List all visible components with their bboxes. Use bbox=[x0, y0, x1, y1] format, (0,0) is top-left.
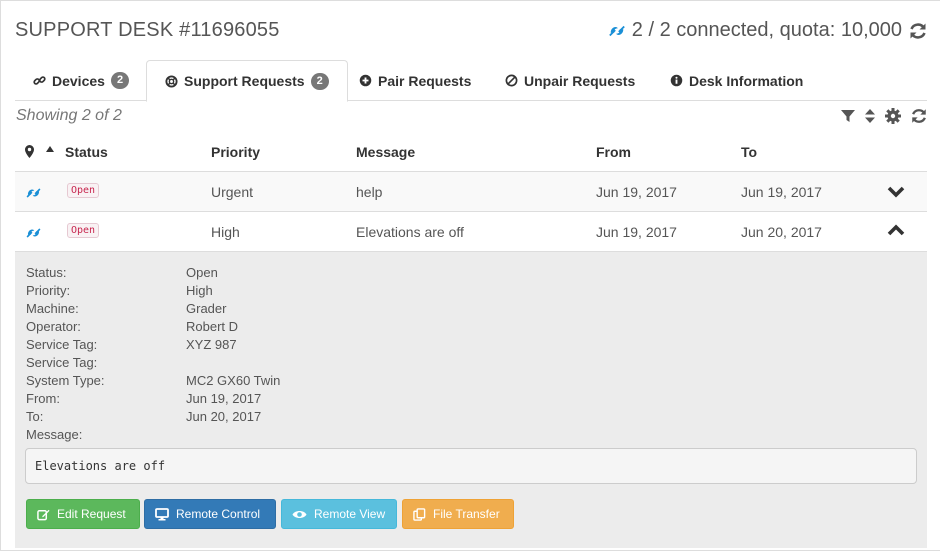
from-cell: Jun 19, 2017 bbox=[596, 184, 677, 200]
page-title: SUPPORT DESK #11696055 bbox=[15, 19, 280, 41]
refresh-icon[interactable] bbox=[910, 107, 928, 125]
message-box: Elevations are off bbox=[25, 448, 917, 484]
tab-desk-information[interactable]: Desk Information bbox=[652, 60, 821, 101]
detail-label: Machine: bbox=[26, 301, 79, 316]
column-header-priority[interactable]: Priority bbox=[211, 144, 260, 160]
priority-cell: Urgent bbox=[211, 184, 254, 200]
chevron-down-icon[interactable] bbox=[887, 186, 905, 198]
detail-label: System Type: bbox=[26, 373, 105, 388]
connection-text: 2 / 2 connected, quota: 10,000 bbox=[631, 19, 902, 41]
edit-icon bbox=[37, 509, 50, 520]
column-header-to[interactable]: To bbox=[741, 144, 757, 160]
count-badge: 2 bbox=[310, 72, 329, 90]
edit-request-button[interactable]: Edit Request bbox=[26, 499, 140, 529]
detail-value: Open bbox=[186, 265, 218, 280]
copy-icon bbox=[413, 507, 426, 521]
detail-label: Service Tag: bbox=[26, 337, 98, 352]
device-link-icon bbox=[26, 188, 41, 198]
gear-icon[interactable] bbox=[884, 107, 902, 125]
remote-view-button[interactable]: Remote View bbox=[281, 499, 397, 529]
desk-header: SUPPORT DESK #11696055 2 / 2 connected, … bbox=[15, 19, 928, 47]
device-link-icon bbox=[608, 25, 625, 36]
status-badge: Open bbox=[67, 223, 100, 238]
chevron-up-icon[interactable] bbox=[887, 224, 905, 236]
detail-value: High bbox=[186, 283, 213, 298]
detail-value: Robert D bbox=[186, 319, 239, 334]
sort-asc-icon[interactable] bbox=[46, 146, 54, 152]
tab-devices[interactable]: Devices 2 bbox=[15, 60, 147, 101]
detail-label: Service Tag: bbox=[26, 355, 98, 370]
tab-label: Unpair Requests bbox=[524, 72, 636, 89]
column-header-message[interactable]: Message bbox=[356, 144, 415, 160]
refresh-icon[interactable] bbox=[908, 21, 928, 41]
column-header-status[interactable]: Status bbox=[65, 144, 108, 160]
message-cell: help bbox=[356, 184, 383, 200]
detail-label: From: bbox=[26, 391, 60, 406]
info-circle-icon bbox=[670, 74, 683, 87]
link-icon bbox=[33, 76, 46, 85]
detail-value: Jun 19, 2017 bbox=[186, 391, 262, 406]
detail-value: Jun 20, 2017 bbox=[186, 409, 262, 424]
tab-label: Desk Information bbox=[689, 72, 804, 89]
button-label: Remote Control bbox=[176, 507, 261, 521]
ban-icon bbox=[505, 74, 518, 87]
detail-label: Operator: bbox=[26, 319, 81, 334]
desktop-icon bbox=[155, 507, 169, 520]
request-detail-panel: Status: Open Priority: High Machine: Gra… bbox=[15, 252, 927, 548]
tab-pair-requests[interactable]: Pair Requests bbox=[341, 60, 489, 101]
remote-control-button[interactable]: Remote Control bbox=[144, 499, 276, 529]
table-toolbar bbox=[840, 107, 928, 125]
status-badge: Open bbox=[67, 183, 100, 198]
detail-value: XYZ 987 bbox=[186, 337, 237, 352]
showing-count: Showing 2 of 2 bbox=[16, 107, 122, 124]
support-desk-panel: SUPPORT DESK #11696055 2 / 2 connected, … bbox=[0, 0, 940, 551]
tab-unpair-requests[interactable]: Unpair Requests bbox=[487, 60, 653, 101]
table-row[interactable]: Open Urgent help Jun 19, 2017 Jun 19, 20… bbox=[15, 172, 927, 212]
connection-status: 2 / 2 connected, quota: 10,000 bbox=[608, 19, 928, 42]
button-label: Remote View bbox=[314, 507, 386, 521]
message-cell: Elevations are off bbox=[356, 224, 464, 240]
tab-label: Support Requests bbox=[184, 73, 305, 89]
tab-label: Pair Requests bbox=[378, 72, 472, 89]
tab-label: Devices bbox=[52, 72, 105, 89]
detail-label: Priority: bbox=[26, 283, 71, 298]
tab-support-requests[interactable]: Support Requests 2 bbox=[146, 60, 348, 102]
button-label: File Transfer bbox=[433, 507, 500, 521]
to-cell: Jun 19, 2017 bbox=[741, 184, 822, 200]
device-link-icon bbox=[26, 228, 41, 238]
detail-value: MC2 GX60 Twin bbox=[186, 373, 281, 388]
to-cell: Jun 20, 2017 bbox=[741, 224, 822, 240]
plus-circle-icon bbox=[359, 74, 372, 87]
column-header-from[interactable]: From bbox=[596, 144, 631, 160]
sort-icon[interactable] bbox=[864, 108, 876, 124]
detail-label: Message: bbox=[26, 427, 83, 442]
button-label: Edit Request bbox=[57, 507, 126, 521]
filter-icon[interactable] bbox=[840, 108, 856, 124]
from-cell: Jun 19, 2017 bbox=[596, 224, 677, 240]
map-marker-icon bbox=[25, 145, 34, 158]
lifebuoy-icon bbox=[165, 74, 178, 88]
detail-label: Status: bbox=[26, 265, 67, 280]
count-badge: 2 bbox=[110, 72, 130, 89]
priority-cell: High bbox=[211, 224, 240, 240]
eye-icon bbox=[292, 510, 307, 518]
tab-bar: Devices 2 Support Requests 2 Pair Reques… bbox=[15, 60, 927, 102]
detail-value: Grader bbox=[186, 301, 227, 316]
table-row[interactable]: Open High Elevations are off Jun 19, 201… bbox=[15, 212, 927, 252]
detail-label: To: bbox=[26, 409, 44, 424]
file-transfer-button[interactable]: File Transfer bbox=[402, 499, 514, 529]
table-header: Status Priority Message From To bbox=[15, 132, 927, 172]
